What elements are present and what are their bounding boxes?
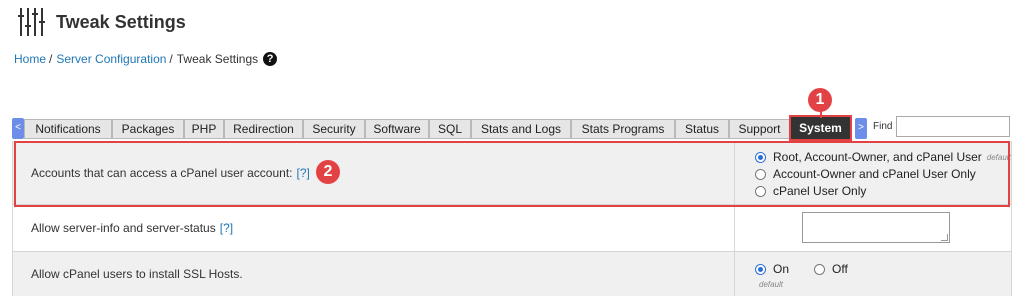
annotation-arrow [820, 111, 822, 118]
page-title: Tweak Settings [56, 11, 186, 32]
tab-php[interactable]: PHP [184, 119, 224, 139]
breadcrumb-separator: / [49, 52, 53, 66]
setting-label: Allow server-info and server-status [31, 221, 216, 235]
radio-option-off[interactable]: Off [814, 262, 848, 276]
find-input[interactable] [896, 116, 1010, 137]
setting-label: Allow cPanel users to install SSL Hosts. [31, 267, 243, 281]
radio-option-on[interactable]: On [755, 262, 789, 276]
annotation-highlight-row [14, 141, 1010, 207]
setting-row-ssl-hosts: Allow cPanel users to install SSL Hosts.… [12, 252, 1012, 296]
radio-label: On [773, 262, 790, 276]
page-header: Tweak Settings [18, 6, 186, 38]
annotation-badge-2: 2 [316, 160, 340, 184]
annotation-badge-1: 1 [808, 88, 832, 112]
find-label: Find [873, 121, 893, 132]
sliders-icon [18, 7, 45, 37]
tab-scroll-right-button[interactable]: > [855, 118, 867, 139]
default-note: default [759, 280, 784, 289]
question-circle-icon[interactable]: ? [263, 52, 278, 66]
tab-software[interactable]: Software [365, 119, 429, 139]
tab-scroll-left-button[interactable]: < [12, 118, 24, 139]
radio-label: Off [832, 262, 848, 276]
breadcrumb-home-link[interactable]: Home [14, 52, 46, 66]
server-info-textarea[interactable] [802, 212, 950, 243]
breadcrumb-separator: / [169, 52, 173, 66]
breadcrumb-server-configuration-link[interactable]: Server Configuration [56, 52, 166, 66]
tab-status[interactable]: Status [675, 119, 729, 139]
setting-help-link[interactable]: [?] [220, 221, 233, 235]
setting-value-cell: On Off default [736, 252, 1011, 296]
setting-label-cell: Allow cPanel users to install SSL Hosts. [13, 252, 735, 296]
tab-stats-programs[interactable]: Stats Programs [571, 119, 675, 139]
setting-value-cell [736, 205, 1011, 251]
tab-packages[interactable]: Packages [112, 119, 184, 139]
radio-button[interactable] [814, 263, 825, 275]
tab-security[interactable]: Security [303, 119, 365, 139]
tab-stats-and-logs[interactable]: Stats and Logs [471, 119, 571, 139]
tab-notifications[interactable]: Notifications [24, 119, 112, 139]
radio-button[interactable] [755, 263, 766, 275]
setting-row-server-info: Allow server-info and server-status [?] [12, 205, 1012, 252]
tab-bar: < Notifications Packages PHP Redirection… [12, 116, 1012, 140]
setting-label-cell: Allow server-info and server-status [?] [13, 205, 735, 251]
tab-redirection[interactable]: Redirection [224, 119, 303, 139]
tab-system[interactable]: System [791, 117, 850, 139]
breadcrumb: Home / Server Configuration / Tweak Sett… [14, 52, 278, 66]
tab-support[interactable]: Support [729, 119, 790, 139]
tab-sql[interactable]: SQL [429, 119, 471, 139]
breadcrumb-current: Tweak Settings [176, 52, 259, 66]
